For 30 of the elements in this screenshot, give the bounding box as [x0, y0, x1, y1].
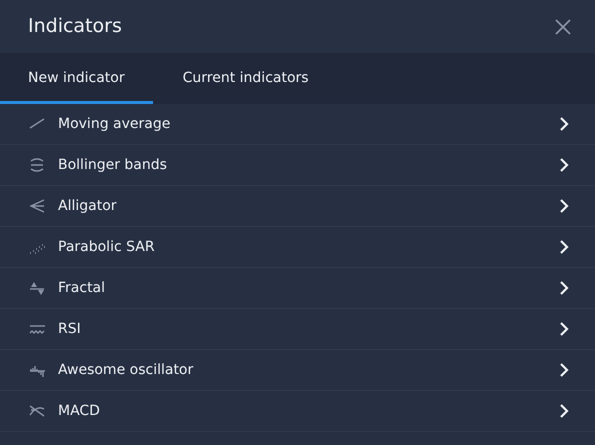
indicator-item[interactable]: MACD [0, 391, 595, 432]
chevron-right-icon [559, 240, 569, 254]
item-label: Bollinger bands [58, 156, 168, 174]
chevron-right-icon [559, 117, 569, 131]
item-label: Moving average [58, 114, 172, 134]
item-label: RSI [58, 320, 82, 338]
item-label: MACD [58, 402, 101, 420]
indicator-item[interactable]: Alligator [0, 186, 595, 227]
window-title: Indicators [28, 14, 122, 40]
chevron-right-icon [559, 404, 569, 418]
item-label: Alligator [58, 196, 118, 216]
indicator-item[interactable]: Parabolic SAR [0, 227, 595, 268]
chevron-right-icon [559, 363, 569, 377]
tab[interactable]: Current indicators [152, 53, 339, 104]
close-icon[interactable] [555, 18, 571, 34]
item-label: Fractal [58, 278, 106, 298]
indicator-item[interactable]: Awesome oscillator [0, 350, 595, 391]
indicator-item[interactable]: Fractal [0, 268, 595, 309]
indicator-item[interactable]: Moving average [0, 104, 595, 145]
item-label: Awesome oscillator [58, 360, 194, 380]
chevron-right-icon [559, 199, 569, 213]
indicator-item[interactable]: RSI [0, 309, 595, 350]
chevron-right-icon [559, 322, 569, 336]
chevron-right-icon [559, 158, 569, 172]
tab[interactable]: New indicator [0, 53, 153, 104]
item-label: Parabolic SAR [58, 238, 156, 256]
bands-icon [28, 156, 46, 174]
angle-icon [28, 197, 46, 215]
chevron-right-icon [559, 281, 569, 295]
indicator-item[interactable]: Bollinger bands [0, 145, 595, 186]
